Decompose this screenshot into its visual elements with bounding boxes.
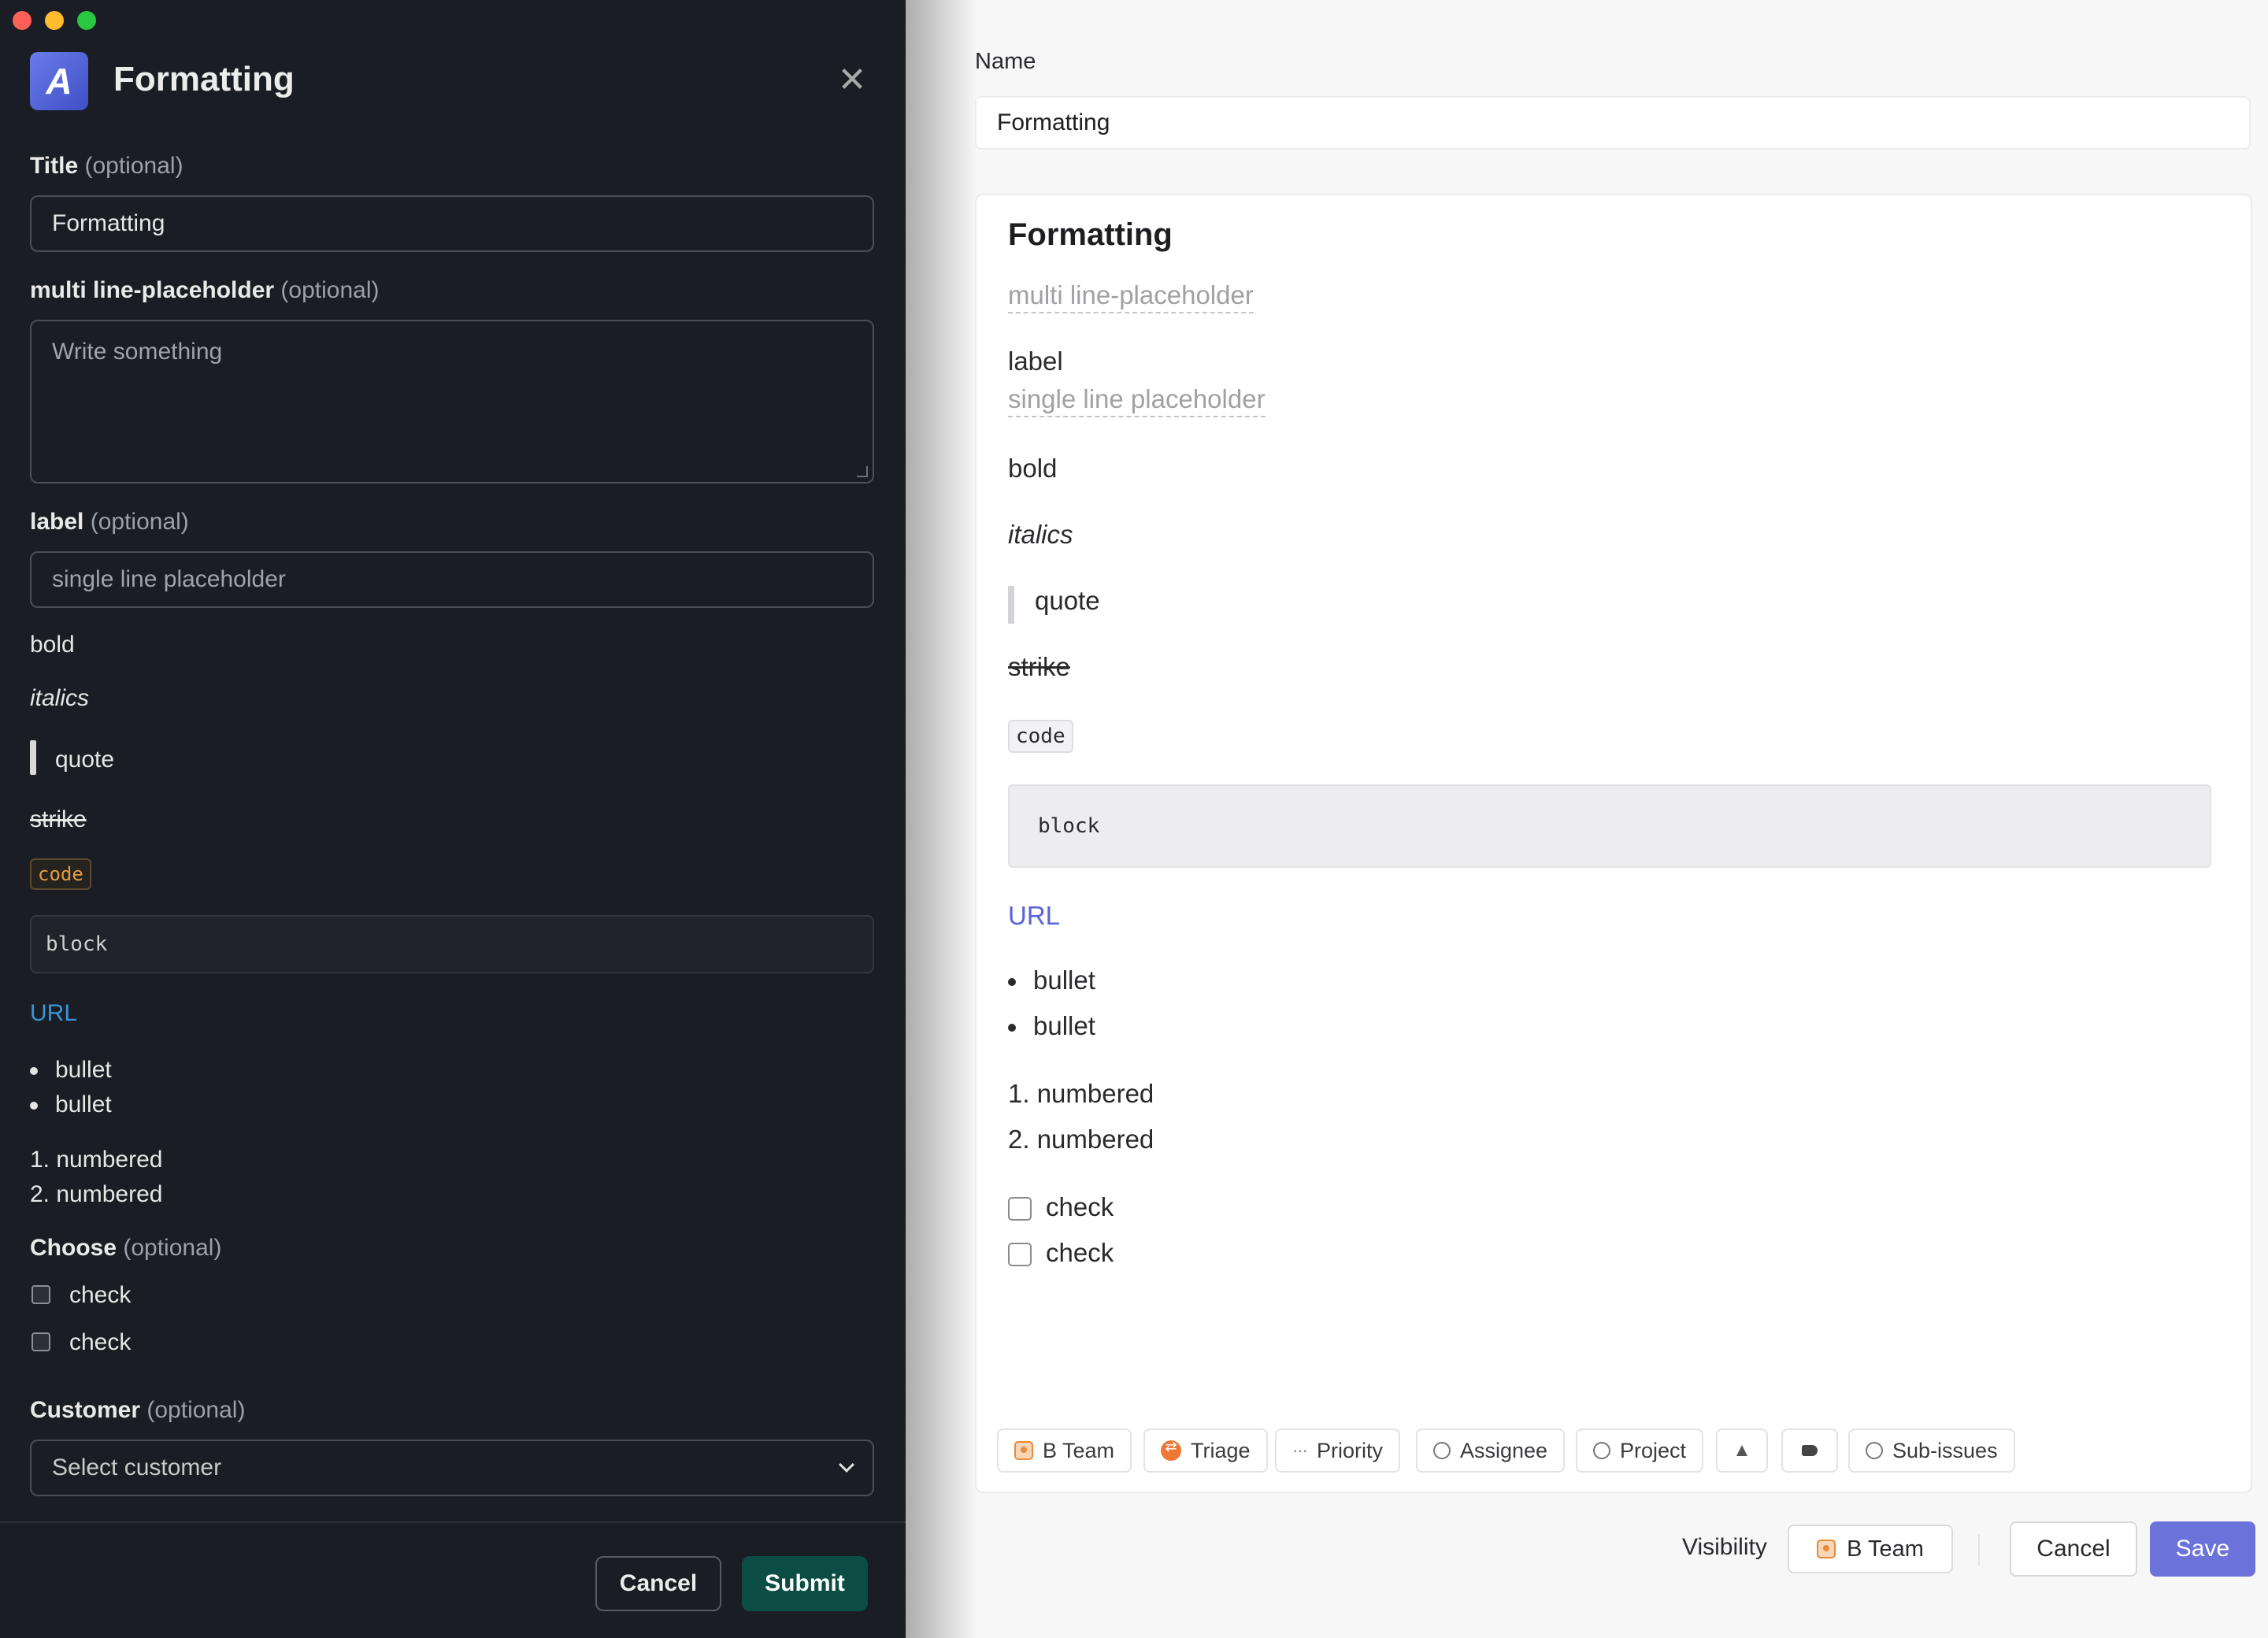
inline-code: code: [30, 858, 91, 890]
code-block: block: [1008, 784, 2211, 868]
title-input-value: Formatting: [52, 210, 165, 236]
close-icon[interactable]: ✕: [835, 63, 869, 98]
check-label: check: [69, 1282, 132, 1308]
customer-select-placeholder: Select customer: [52, 1455, 222, 1480]
label-input[interactable]: single line placeholder: [30, 551, 874, 608]
window-zoom-dot[interactable]: [77, 11, 96, 30]
check-label: check: [1046, 1192, 1114, 1221]
textarea-placeholder: Write something: [52, 339, 223, 365]
choose-field-label: Choose (optional): [30, 1235, 222, 1261]
panel-shadow: [906, 0, 976, 1638]
label-input-placeholder: single line placeholder: [52, 566, 286, 592]
sub-issues-pill[interactable]: Sub-issues: [1848, 1429, 2015, 1473]
numbered-item: 1. numbered: [30, 1147, 163, 1173]
label-field-label: label (optional): [30, 509, 189, 535]
triage-pill[interactable]: Triage: [1143, 1429, 1268, 1473]
bullet-item: bullet: [30, 1057, 112, 1084]
team-icon: [1817, 1540, 1836, 1558]
url-link[interactable]: URL: [1008, 901, 1060, 931]
window-minimize-dot[interactable]: [45, 11, 64, 30]
customer-select[interactable]: Select customer: [30, 1440, 874, 1496]
name-label: Name: [975, 49, 1036, 74]
numbered-item: 2. numbered: [30, 1181, 163, 1207]
estimate-pill[interactable]: [1716, 1429, 1768, 1473]
customer-field-label: Customer (optional): [30, 1397, 246, 1423]
app-logo-icon: A: [30, 52, 88, 110]
visibility-team-button[interactable]: B Team: [1788, 1525, 1953, 1573]
check-label: check: [69, 1329, 132, 1355]
cancel-button[interactable]: Cancel: [595, 1556, 721, 1611]
priority-pill-label: Priority: [1316, 1438, 1383, 1462]
strike-text: strike: [1008, 652, 1070, 681]
project-pill[interactable]: Project: [1576, 1429, 1704, 1473]
sub-issues-icon: [1866, 1442, 1883, 1459]
bullet-item: bullet: [1008, 965, 1095, 995]
name-input-value: Formatting: [997, 109, 1110, 135]
label-tag-icon: [1802, 1445, 1818, 1456]
triage-icon: [1161, 1439, 1181, 1461]
multi-line-placeholder-field[interactable]: multi line-placeholder: [1008, 280, 1254, 313]
label-text: label: [1008, 346, 1063, 376]
check-checkbox[interactable]: [1008, 1243, 1032, 1266]
quote-bar: [30, 740, 36, 775]
title-input[interactable]: Formatting: [30, 195, 874, 252]
check-checkbox[interactable]: [32, 1332, 50, 1351]
sub-issues-pill-label: Sub-issues: [1892, 1438, 1998, 1462]
code-block: block: [30, 915, 874, 973]
check-checkbox[interactable]: [1008, 1197, 1032, 1221]
numbered-item: 1. numbered: [1008, 1079, 1154, 1108]
team-pill-label: B Team: [1043, 1438, 1115, 1462]
triage-pill-label: Triage: [1191, 1438, 1251, 1462]
estimate-icon: [1736, 1445, 1747, 1456]
quote-text: quote: [1035, 586, 1100, 615]
priority-pill[interactable]: ··· Priority: [1275, 1429, 1400, 1473]
visibility-label: Visibility: [1682, 1534, 1767, 1560]
name-input[interactable]: Formatting: [975, 96, 2251, 150]
team-icon: [1014, 1441, 1033, 1460]
check-label: check: [1046, 1238, 1114, 1267]
numbered-item: 2. numbered: [1008, 1125, 1154, 1154]
multi-line-field-label: multi line-placeholder (optional): [30, 277, 380, 303]
bullet-item: bullet: [1008, 1011, 1095, 1041]
footer-divider: [0, 1521, 906, 1523]
single-line-placeholder-field[interactable]: single line placeholder: [1008, 384, 1266, 417]
priority-icon: ···: [1292, 1440, 1308, 1460]
window-close-dot[interactable]: [13, 11, 32, 30]
cancel-button[interactable]: Cancel: [2010, 1521, 2137, 1577]
chevron-down-icon: [839, 1457, 854, 1473]
panel-title: Formatting: [113, 60, 295, 98]
quote-bar: [1008, 586, 1014, 624]
inline-code: code: [1008, 720, 1073, 753]
labels-pill[interactable]: [1781, 1429, 1838, 1473]
card-title[interactable]: Formatting: [1008, 217, 1173, 253]
formatting-panel: A Formatting ✕ Title (optional) Formatti…: [0, 0, 906, 1638]
save-button[interactable]: Save: [2150, 1521, 2255, 1577]
visibility-value: B Team: [1847, 1536, 1924, 1562]
assignee-pill-label: Assignee: [1460, 1438, 1548, 1462]
bold-text: bold: [30, 632, 75, 658]
project-pill-label: Project: [1620, 1438, 1687, 1462]
italics-text: italics: [30, 685, 90, 711]
url-link[interactable]: URL: [30, 1000, 77, 1027]
strike-text: strike: [30, 806, 87, 832]
project-icon: [1593, 1442, 1610, 1459]
quote-text: quote: [55, 747, 115, 773]
title-field-label: Title (optional): [30, 153, 183, 179]
resize-handle[interactable]: [857, 466, 868, 477]
multi-line-textarea[interactable]: Write something: [30, 320, 874, 484]
submit-button[interactable]: Submit: [742, 1556, 868, 1611]
italics-text: italics: [1008, 520, 1073, 549]
assignee-pill[interactable]: Assignee: [1416, 1429, 1566, 1473]
bold-text: bold: [1008, 454, 1058, 483]
check-checkbox[interactable]: [32, 1285, 50, 1304]
assignee-icon: [1433, 1442, 1451, 1459]
team-pill[interactable]: B Team: [997, 1429, 1132, 1473]
footer-separator: [1978, 1534, 1980, 1566]
bullet-item: bullet: [30, 1091, 112, 1118]
